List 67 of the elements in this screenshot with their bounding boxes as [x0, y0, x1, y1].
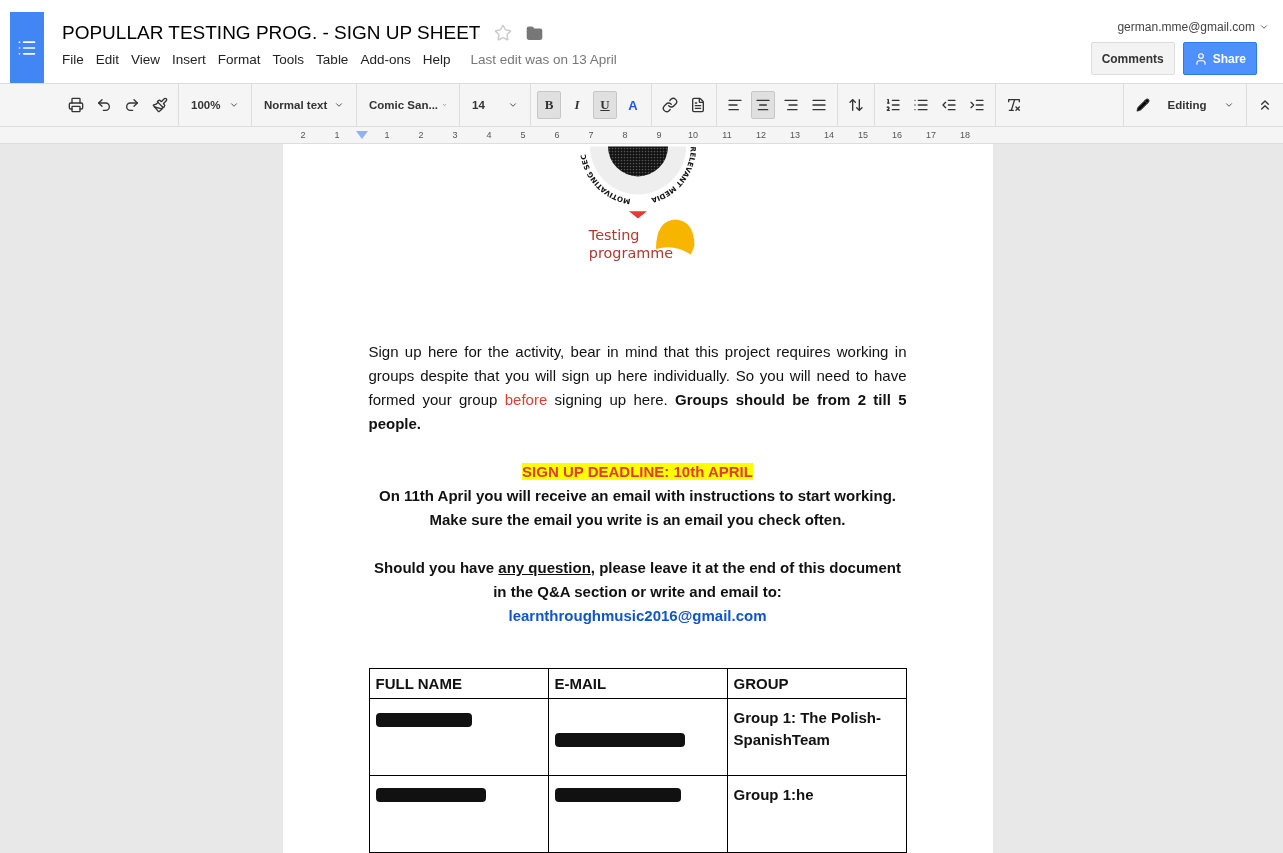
ruler-number: 1: [333, 130, 341, 140]
contact-paragraph: Should you have any question, please leave it at the end of this document in the Q&A section or write and email to: learnthroughmusic2016@gmail.com: [373, 558, 902, 626]
table-cell: Group 1: The Polish-SpanishTeam: [727, 698, 906, 776]
align-button[interactable]: [751, 91, 775, 119]
ruler-number: 10: [687, 130, 699, 140]
ruler-number: 8: [621, 130, 629, 140]
align-justify-icon: [811, 97, 827, 113]
caret-icon: [1224, 100, 1234, 110]
comments-button[interactable]: Comments: [1090, 42, 1175, 75]
align-right-icon: [783, 97, 799, 113]
font-size-dropdown[interactable]: 14: [466, 91, 524, 119]
column-header: FULL NAME: [369, 668, 548, 699]
ruler-number: 2: [417, 130, 425, 140]
mode-dropdown[interactable]: Editing: [1130, 91, 1240, 119]
ruler-number: 6: [553, 130, 561, 140]
align-left-icon: [727, 97, 743, 113]
menu-item[interactable]: Edit: [95, 52, 120, 67]
ruler-number: 15: [857, 130, 869, 140]
zoom-dropdown[interactable]: 100%: [185, 91, 245, 119]
ruler-number: 16: [891, 130, 903, 140]
intro-paragraph: Sign up here for the activity, bear in mind that this project requires working in groups despite that you will sign up here individually. So you will need to have formed your group before signing up here. Groups should be from 2 till 5 people.: [368, 342, 907, 434]
table-cell: Group 1:he: [727, 775, 906, 853]
menu-item[interactable]: Tools: [272, 52, 305, 67]
ruler-number: 12: [755, 130, 767, 140]
ruler-number: 9: [655, 130, 663, 140]
format-button[interactable]: I: [565, 91, 589, 119]
docs-logo-icon[interactable]: [10, 12, 44, 83]
caret-icon: [334, 100, 344, 110]
align-center-icon: [755, 97, 771, 113]
menu-item[interactable]: Help: [422, 52, 451, 67]
ruler-number: 7: [587, 130, 595, 140]
caret-icon: [229, 100, 239, 110]
last-edit-link[interactable]: Last edit was on 13 April: [470, 52, 617, 67]
menu-item[interactable]: Table: [316, 52, 349, 67]
email-link[interactable]: learnthroughmusic2016@gmail.com: [508, 607, 767, 624]
star-icon[interactable]: [494, 24, 513, 42]
menu-item[interactable]: File: [62, 52, 84, 67]
column-header: E-MAIL: [548, 668, 727, 699]
ruler-number: 17: [925, 130, 937, 140]
format-button[interactable]: U: [593, 91, 617, 119]
style-dropdown[interactable]: Normal text: [258, 91, 350, 119]
ruler-number: 1: [383, 130, 391, 140]
folder-icon[interactable]: [526, 24, 544, 42]
menu-item[interactable]: Format: [217, 52, 261, 67]
ruler-number: 5: [519, 130, 527, 140]
caret-icon: [1259, 22, 1269, 32]
ruler-number: 13: [789, 130, 801, 140]
menu-item[interactable]: Insert: [172, 52, 206, 67]
deadline-text: SIGN UP DEADLINE: 10th APRIL: [522, 463, 753, 480]
notice-paragraph: On 11th April you will receive an email with instructions to start working. Make sure the email you write is an email you check often.: [377, 486, 898, 530]
ruler-number: 2: [299, 130, 307, 140]
document-title[interactable]: POPULLAR TESTING PROG. - SIGN UP SHEET: [62, 22, 481, 44]
column-header: GROUP: [727, 668, 906, 699]
ruler-number: 4: [485, 130, 493, 140]
menu-item[interactable]: View: [131, 52, 161, 67]
ruler-number: 14: [823, 130, 835, 140]
font-dropdown[interactable]: Comic San...: [363, 91, 453, 119]
person-icon: [1193, 51, 1208, 66]
menu-item[interactable]: Add-ons: [360, 52, 411, 67]
account-email[interactable]: german.mme@gmail.com: [1117, 20, 1269, 34]
format-button[interactable]: B: [537, 91, 561, 119]
ruler-number: 3: [451, 130, 459, 140]
ruler-number: 11: [721, 130, 733, 140]
format-button[interactable]: A: [621, 91, 645, 119]
pencil-icon: [1136, 98, 1150, 112]
caret-icon: [508, 100, 518, 110]
ruler-number: 18: [959, 130, 971, 140]
